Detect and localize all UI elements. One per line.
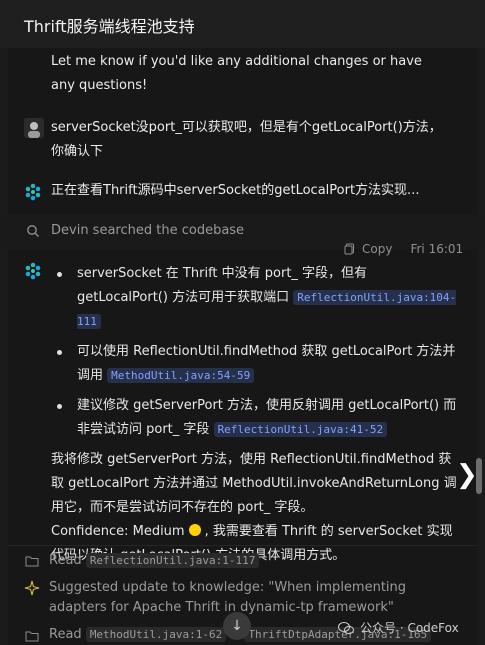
confidence-indicator (188, 524, 201, 536)
status-line: 正在查看Thrift源码中serverSocket的getLocalPort方法… (51, 183, 420, 198)
assistant-answer: serverSocket 在 Thrift 中没有 port_ 字段，但有 ge… (51, 262, 461, 568)
chevron-right-icon[interactable]: ❯ (456, 460, 478, 490)
folder-icon (25, 631, 39, 642)
user-avatar (24, 118, 44, 138)
list-item: serverSocket 在 Thrift 中没有 port_ 字段，但有 ge… (51, 262, 461, 334)
title-bar: Thrift服务端线程池支持 (0, 0, 485, 48)
right-rail (477, 48, 485, 645)
scroll-down-button[interactable]: ↓ (223, 612, 251, 640)
message-meta: Copy Fri 16:01 (344, 242, 463, 256)
answer-bullets: serverSocket 在 Thrift 中没有 port_ 字段，但有 ge… (51, 262, 461, 442)
devin-spark-icon (25, 183, 41, 201)
copy-button[interactable]: Copy (362, 242, 392, 256)
message-time: Fri 16:01 (410, 242, 464, 256)
prev-bot-message: Let me know if you'd like any additional… (51, 54, 422, 93)
left-rail (0, 48, 8, 645)
log-read-1[interactable]: Read ReflectionUtil.java:1-117 (49, 551, 260, 571)
search-label: Devin searched the codebase (51, 223, 245, 238)
file-chip[interactable]: ReflectionUtil.java:1-117 (85, 553, 260, 568)
user-message: serverSocket没port_可以获取吧，但是有个getLocalPort… (51, 120, 442, 159)
copy-icon[interactable] (344, 243, 356, 255)
knowledge-suggestion[interactable]: Suggested update to knowledge: "When imp… (49, 578, 459, 618)
watermark-text: 公众号 · CodeFox (360, 621, 459, 635)
folder-icon (25, 556, 39, 567)
code-reference[interactable]: MethodUtil.java:54-59 (107, 368, 255, 383)
list-item: 可以使用 ReflectionUtil.findMethod 获取 getLoc… (51, 340, 461, 388)
sparkle-icon (24, 580, 40, 596)
devin-spark-icon (25, 262, 41, 280)
wechat-icon (338, 621, 354, 634)
answer-summary: 我将修改 getServerPort 方法，使用 ReflectionUtil.… (51, 452, 457, 515)
file-chip[interactable]: MethodUtil.java:1-62 (85, 627, 227, 642)
scrollbar-thumb[interactable] (476, 458, 482, 494)
log-read-label: Read (49, 627, 82, 642)
arrow-down-icon: ↓ (231, 618, 243, 634)
list-item: 建议修改 getServerPort 方法，使用反射调用 getLocalPor… (51, 394, 461, 442)
code-reference[interactable]: ReflectionUtil.java:41-52 (213, 422, 388, 437)
page-title: Thrift服务端线程池支持 (24, 17, 195, 36)
divider (8, 545, 477, 546)
watermark: 公众号 · CodeFox (338, 619, 459, 636)
confidence-label: Confidence: Medium (51, 524, 185, 539)
search-icon (27, 225, 39, 237)
log-read-label: Read (49, 553, 82, 568)
